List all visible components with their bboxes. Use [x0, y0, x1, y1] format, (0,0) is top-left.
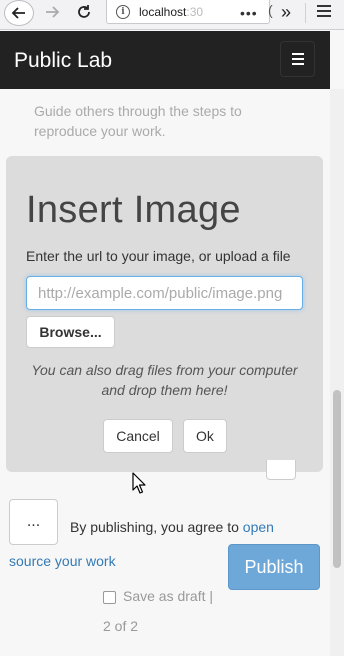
reload-button[interactable] [72, 0, 96, 24]
mouse-cursor-icon [132, 472, 146, 494]
brand-logo[interactable]: Public Lab [14, 49, 112, 73]
forward-arrow-icon [46, 6, 60, 18]
reload-icon [78, 5, 90, 18]
hamburger-menu-icon [291, 53, 304, 55]
url-text: localhost:30 [139, 4, 204, 19]
agreement-prefix: By publishing, you agree to [70, 519, 239, 535]
browser-menu-button[interactable] [314, 2, 334, 22]
dialog-title: Insert Image [26, 189, 241, 231]
page-actions-button[interactable]: ••• [240, 5, 258, 21]
browser-toolbar: i localhost:30 ••• ( » [0, 0, 344, 30]
toolbar-separator [305, 3, 306, 23]
info-icon[interactable]: i [116, 4, 130, 19]
cancel-button[interactable]: Cancel [103, 419, 173, 453]
image-url-input[interactable] [26, 276, 303, 310]
drag-drop-hint: You can also drag files from your comput… [31, 362, 298, 398]
publish-button[interactable]: Publish [228, 544, 320, 590]
guide-text: Guide others through the steps to reprod… [34, 103, 242, 139]
back-arrow-icon [11, 7, 25, 19]
scrollbar-thumb[interactable] [333, 390, 341, 568]
back-button[interactable] [4, 0, 34, 26]
page-scrollbar[interactable] [330, 89, 344, 656]
dialog-prompt: Enter the url to your image, or upload a… [26, 248, 291, 264]
nav-toggle-button[interactable] [280, 41, 315, 77]
ok-button[interactable]: Ok [183, 419, 227, 453]
insert-image-dialog: Insert Image Enter the url to your image… [6, 156, 323, 472]
partially-hidden-button[interactable] [266, 460, 296, 480]
app-header: Public Lab [0, 31, 330, 89]
save-draft-checkbox[interactable] [103, 591, 116, 604]
forward-button[interactable] [40, 0, 64, 24]
browse-button[interactable]: Browse... [26, 316, 115, 348]
url-edge-icon: ( [268, 2, 273, 18]
overflow-menu-button[interactable]: » [275, 0, 297, 24]
save-draft-label: Save as draft | [123, 588, 214, 604]
page-count: 2 of 2 [103, 618, 139, 634]
